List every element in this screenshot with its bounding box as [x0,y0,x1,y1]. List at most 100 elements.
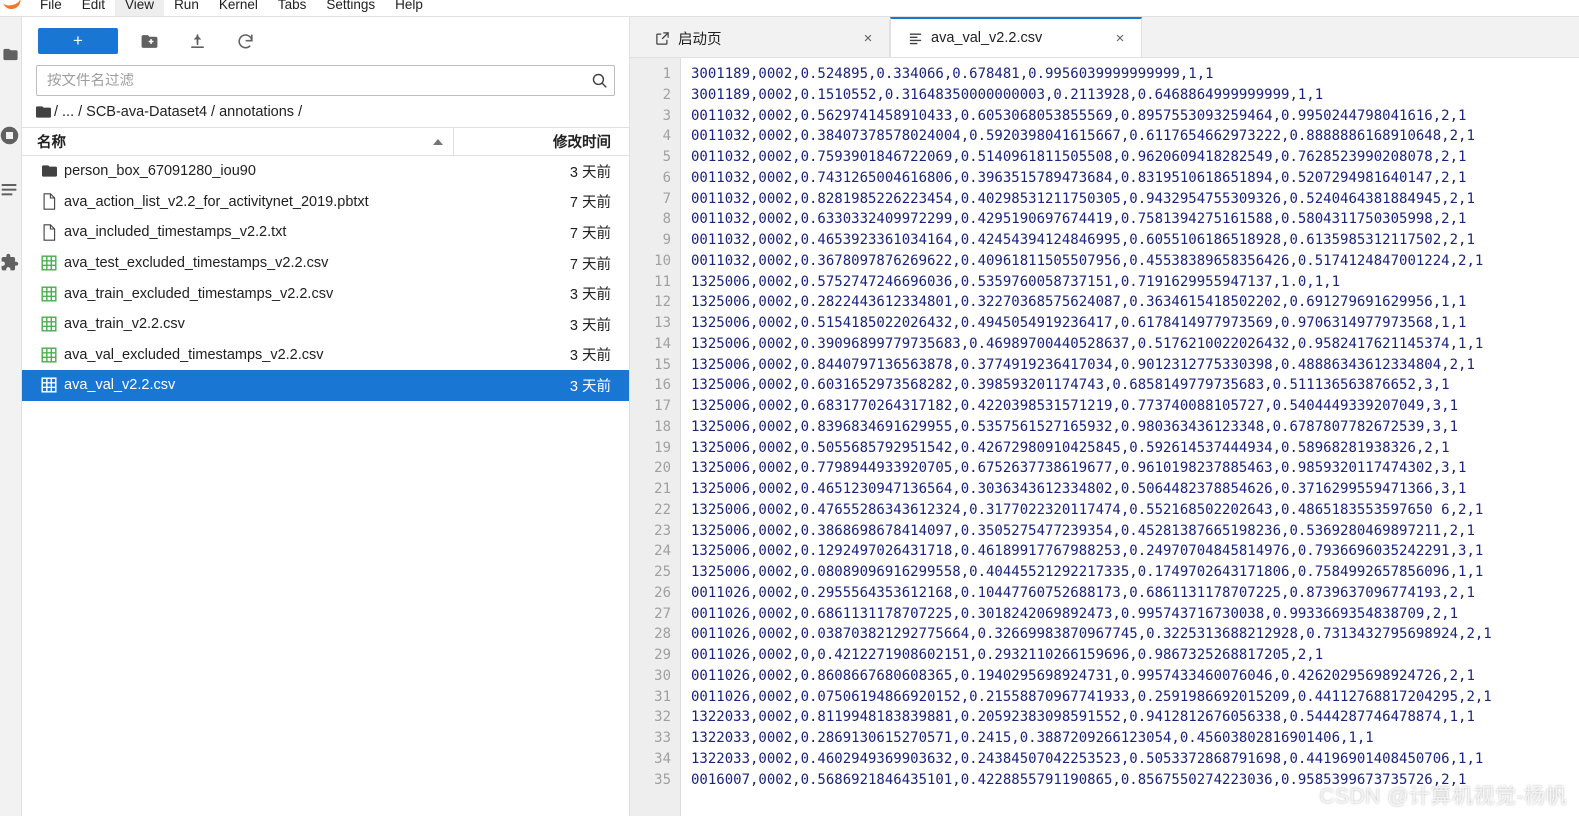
code-line: 1325006,0002,0.3868698678414097,0.350527… [691,522,1475,539]
jupyterlab-window: File Edit View Run Kernel Tabs Settings … [0,0,1579,816]
jupyter-logo-icon [0,0,30,16]
code-line: 0011026,0002,0.07506194866920152,0.21558… [691,688,1492,705]
list-item-modified: 7 天前 [569,195,611,212]
list-item-modified: 3 天前 [569,348,611,365]
list-item-name: ava_train_v2.2.csv [64,316,185,333]
column-header-modified[interactable]: 修改时间 [454,131,629,152]
menu-run[interactable]: Run [164,0,209,16]
code-line: 0011026,0002,0,0.4212271908602151,0.2932… [691,647,1324,663]
spreadsheet-icon [36,377,62,393]
list-item-modified: 7 天前 [569,256,611,273]
menu-help[interactable]: Help [385,0,433,16]
activity-bar [0,17,22,816]
list-item[interactable]: ava_included_timestamps_v2.2.txt 7 天前 [22,217,629,248]
code-line: 3001189,0002,0.524895,0.334066,0.678481,… [691,66,1214,82]
line-number: 20 [654,460,671,477]
code-line: 0011032,0002,0.3678097876269622,0.409618… [691,252,1484,269]
list-item[interactable]: person_box_67091280_iou90 3 天前 [22,156,629,187]
list-item-name: person_box_67091280_iou90 [64,163,256,180]
line-number: 12 [654,294,671,311]
tab-launcher[interactable]: 启动页 × [638,19,890,57]
list-item-name: ava_included_timestamps_v2.2.txt [64,224,287,241]
line-number: 26 [654,584,671,601]
menu-settings[interactable]: Settings [316,0,385,16]
launcher-icon [652,31,672,46]
line-number: 10 [654,252,671,269]
close-icon[interactable]: × [857,27,879,49]
code-line: 0011032,0002,0.6330332409972299,0.429519… [691,211,1467,228]
code-line: 0016007,0002,0.5686921846435101,0.422885… [691,771,1467,788]
menu-tabs[interactable]: Tabs [268,0,317,16]
list-item[interactable]: ava_val_excluded_timestamps_v2.2.csv 3 天… [22,340,629,371]
file-filter-box[interactable] [36,65,615,96]
line-number: 7 [662,190,671,207]
code-line: 1322033,0002,0.4602949369903632,0.243845… [691,750,1484,767]
menu-kernel[interactable]: Kernel [209,0,268,16]
list-item[interactable]: ava_train_excluded_timestamps_v2.2.csv 3… [22,278,629,309]
line-number: 28 [654,626,671,643]
line-number: 35 [654,771,671,788]
text-file-icon [36,193,62,211]
file-filter-input[interactable] [37,72,584,89]
line-number: 33 [654,730,671,746]
code-line: 1325006,0002,0.2822443612334801,0.322703… [691,294,1467,311]
line-number: 27 [654,605,671,622]
code-line: 1325006,0002,0.39096899779735683,0.46989… [691,335,1484,352]
code-line: 1325006,0002,0.4651230947136564,0.303634… [691,481,1467,497]
search-icon[interactable] [584,72,614,89]
menu-view[interactable]: View [115,0,165,16]
list-item-name: ava_train_excluded_timestamps_v2.2.csv [64,285,334,302]
sort-ascending-icon [433,138,443,145]
list-item-modified: 3 天前 [569,378,611,395]
sidebar-item-extension-manager[interactable] [0,242,21,282]
list-item[interactable]: ava_train_v2.2.csv 3 天前 [22,309,629,340]
tab-bar: 启动页 × ava_val_v2.2.csv × [630,17,1579,58]
sidebar-item-running-terminals[interactable] [0,112,21,158]
sidebar-item-file-browser[interactable] [0,34,21,74]
code-line: 0011026,0002,0.038703821292775664,0.3266… [691,626,1492,643]
line-number: 23 [654,522,671,539]
new-launcher-button[interactable]: + [38,28,118,54]
line-number: 9 [662,232,671,248]
list-item[interactable]: ava_action_list_v2.2_for_activitynet_201… [22,187,629,218]
code-line: 0011032,0002,0.38407378578024004,0.59203… [691,128,1475,145]
breadcrumb-part-dataset[interactable]: SCB-ava-Dataset4 [83,104,210,120]
code-line: 1325006,0002,0.5055685792951542,0.426729… [691,439,1450,456]
breadcrumb-part-annotations[interactable]: annotations [216,104,297,120]
close-icon[interactable]: × [1109,27,1131,49]
line-number: 34 [654,750,671,767]
main-dock-panel: 启动页 × ava_val_v2.2.csv × 1 2 3 4 5 6 7 8 9 10 11 12… [630,17,1579,816]
breadcrumb: / ... / SCB-ava-Dataset4 / annotations / [22,96,629,128]
code-line: 0011032,0002,0.5629741458910433,0.605306… [691,107,1467,124]
code-line: 1325006,0002,0.1292497026431718,0.461899… [691,543,1484,560]
code-content-area[interactable]: 3001189,0002,0.524895,0.334066,0.678481,… [681,58,1579,816]
code-line: 0011026,0002,0.2955564353612168,0.104477… [691,584,1475,601]
list-item-name: ava_val_excluded_timestamps_v2.2.csv [64,346,324,363]
code-line: 1325006,0002,0.7798944933920705,0.675263… [691,460,1467,477]
column-header-name[interactable]: 名称 [22,128,454,155]
list-item-name: ava_action_list_v2.2_for_activitynet_201… [64,193,369,210]
line-number: 4 [662,128,671,145]
breadcrumb-ellipsis[interactable]: ... [59,104,77,120]
upload-icon[interactable] [180,27,214,55]
code-line: 1325006,0002,0.08089096916299558,0.40445… [691,564,1484,580]
code-line: 0011026,0002,0.6861131178707225,0.301824… [691,605,1459,622]
csv-text-editor[interactable]: 1 2 3 4 5 6 7 8 9 10 11 12 13 14 15 16 17 18 19 20 21 22 23 24 2… [630,58,1579,816]
line-number: 22 [654,501,671,518]
folder-icon[interactable] [36,105,51,119]
line-number: 6 [662,169,671,186]
refresh-icon[interactable] [228,27,262,55]
list-item-selected[interactable]: ava_val_v2.2.csv 3 天前 [22,370,629,401]
line-number: 5 [662,149,671,165]
list-item-modified: 3 天前 [569,164,611,181]
text-file-icon [36,224,62,241]
tab-ava-val-csv[interactable]: ava_val_v2.2.csv × [890,17,1142,57]
menu-edit[interactable]: Edit [72,0,115,16]
code-line: 0011032,0002,0.4653923361034164,0.424543… [691,232,1475,248]
sidebar-item-table-of-contents[interactable] [0,175,21,205]
list-item[interactable]: ava_test_excluded_timestamps_v2.2.csv 7 … [22,248,629,279]
menu-file[interactable]: File [30,0,72,16]
line-number: 16 [654,377,671,394]
new-folder-icon[interactable] [132,27,166,55]
file-list: person_box_67091280_iou90 3 天前 ava_actio… [22,156,629,401]
